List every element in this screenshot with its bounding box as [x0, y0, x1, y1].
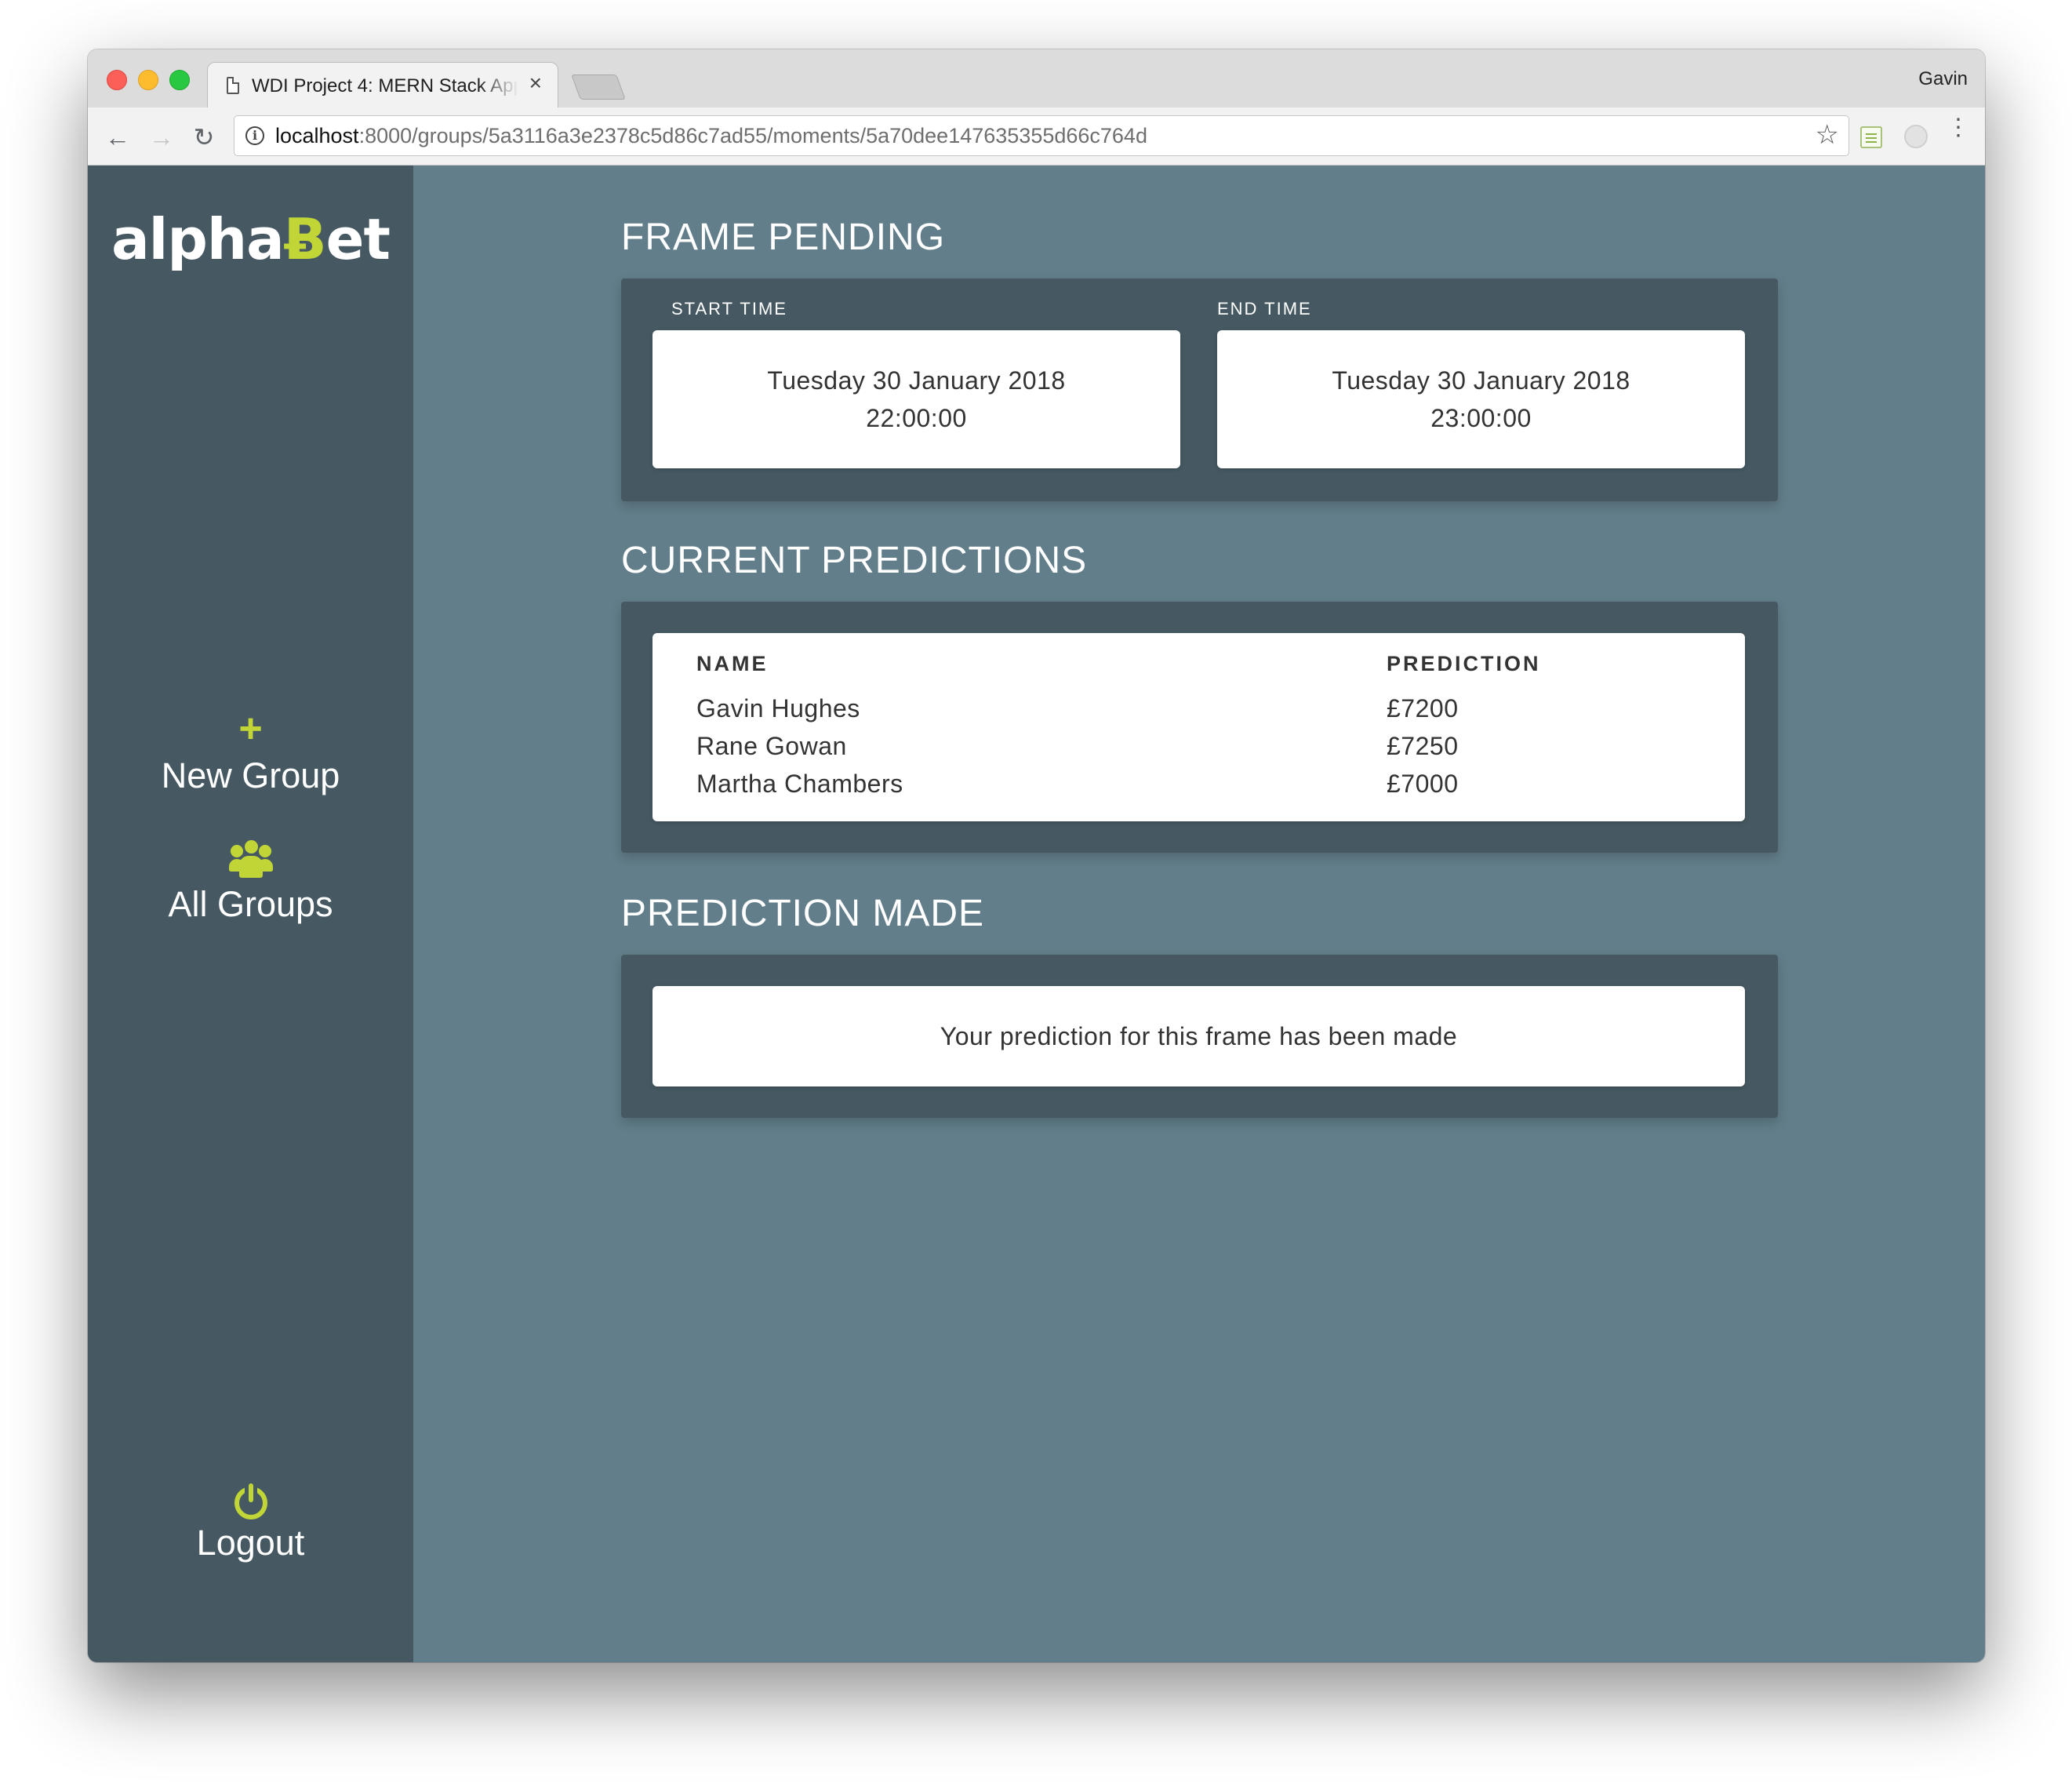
browser-toolbar: ← → ↻ i localhost:8000/groups/5a3116a3e2… [88, 107, 1985, 166]
start-time-label: START TIME [671, 299, 787, 318]
tab-close-icon[interactable]: × [529, 72, 542, 94]
row-name: Gavin Hughes [696, 694, 860, 722]
tab-title: WDI Project 4: MERN Stack App [252, 75, 518, 96]
start-time-card: Tuesday 30 January 2018 22:00:00 [652, 330, 1180, 468]
new-tab-button[interactable] [571, 75, 626, 100]
name-column-header: NAME [696, 652, 769, 675]
maximize-window-button[interactable] [169, 70, 190, 90]
plus-icon: + [238, 706, 263, 752]
start-time: 22:00:00 [866, 404, 967, 432]
prediction-made-card: Your prediction for this frame has been … [652, 986, 1745, 1086]
logo-suffix: et [325, 206, 391, 272]
current-predictions-title: CURRENT PREDICTIONS [621, 540, 1088, 581]
back-button[interactable]: ← [102, 122, 133, 153]
start-date: Tuesday 30 January 2018 [767, 366, 1066, 395]
minimize-window-button[interactable] [138, 70, 158, 90]
sidebar: alphaɃet + New Group All Groups Logout [88, 166, 413, 1662]
logout-link[interactable]: Logout [88, 1483, 413, 1563]
predictions-table: NAME PREDICTION Gavin Hughes £7200 Rane … [652, 633, 1745, 821]
new-group-label: New Group [161, 755, 340, 795]
row-prediction: £7250 [1387, 732, 1459, 760]
row-prediction: £7000 [1387, 770, 1459, 798]
power-icon [234, 1483, 267, 1519]
profile-name[interactable]: Gavin [1918, 68, 1968, 90]
url-text[interactable]: localhost:8000/groups/5a3116a3e2378c5d86… [275, 124, 1147, 148]
new-group-link[interactable]: + New Group [88, 707, 413, 796]
prediction-made-panel: Your prediction for this frame has been … [621, 955, 1778, 1118]
start-time-value: Tuesday 30 January 2018 22:00:00 [652, 330, 1180, 437]
predictions-panel: NAME PREDICTION Gavin Hughes £7200 Rane … [621, 602, 1778, 853]
browser-tab[interactable]: WDI Project 4: MERN Stack App × [207, 62, 558, 109]
all-groups-link[interactable]: All Groups [88, 840, 413, 925]
logout-label: Logout [196, 1523, 305, 1563]
logo-prefix: alpha [111, 206, 285, 272]
alphabet-logo[interactable]: alphaɃet [88, 206, 413, 272]
users-icon [228, 840, 273, 879]
end-date: Tuesday 30 January 2018 [1332, 366, 1630, 395]
end-time-value: Tuesday 30 January 2018 23:00:00 [1217, 330, 1745, 437]
row-name: Rane Gowan [696, 732, 847, 760]
end-time: 23:00:00 [1430, 404, 1532, 432]
bitcoin-b-icon: Ƀ [283, 206, 327, 272]
sheets-extension-icon[interactable] [1860, 126, 1882, 148]
all-groups-label: All Groups [168, 884, 333, 924]
info-icon[interactable]: i [245, 126, 264, 145]
prediction-column-header: PREDICTION [1387, 652, 1541, 675]
end-time-label: END TIME [1217, 299, 1312, 318]
prediction-made-title: PREDICTION MADE [621, 893, 985, 934]
browser-menu-icon[interactable]: ⋮ [1947, 116, 1970, 140]
title-bar: WDI Project 4: MERN Stack App × Gavin [88, 49, 1985, 109]
row-name: Martha Chambers [696, 770, 903, 798]
close-window-button[interactable] [107, 70, 127, 90]
page-viewport: alphaɃet + New Group All Groups Logout F… [88, 166, 1985, 1662]
prediction-made-message: Your prediction for this frame has been … [940, 1022, 1458, 1050]
reload-button[interactable]: ↻ [188, 122, 220, 153]
url-host: localhost [275, 124, 359, 147]
end-time-card: Tuesday 30 January 2018 23:00:00 [1217, 330, 1745, 468]
address-bar[interactable]: i localhost:8000/groups/5a3116a3e2378c5d… [234, 115, 1849, 156]
browser-window: WDI Project 4: MERN Stack App × Gavin ← … [88, 49, 1985, 1662]
frame-panel: START TIME END TIME Tuesday 30 January 2… [621, 278, 1778, 501]
row-prediction: £7200 [1387, 694, 1459, 722]
extension-icon[interactable] [1904, 125, 1928, 148]
forward-button[interactable]: → [146, 122, 177, 153]
url-path: :8000/groups/5a3116a3e2378c5d86c7ad55/mo… [358, 124, 1147, 147]
document-icon [227, 77, 239, 94]
bookmark-star-icon[interactable]: ☆ [1816, 119, 1839, 151]
frame-pending-title: FRAME PENDING [621, 217, 946, 258]
